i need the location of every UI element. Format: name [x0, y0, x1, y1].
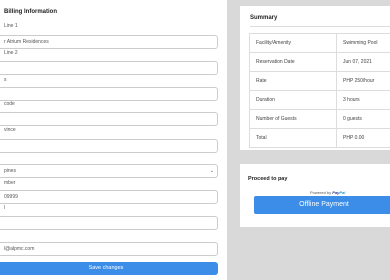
guests-value: 0 guests	[336, 109, 390, 129]
save-changes-button[interactable]: Save changes	[0, 262, 218, 275]
field-b-label: l	[4, 205, 6, 211]
chevron-down-icon: ⌄	[209, 168, 214, 174]
country-select[interactable]: pines ⌄	[0, 164, 218, 178]
field-a-input[interactable]	[0, 87, 218, 101]
paypal-logo-pal: Pal	[339, 190, 346, 195]
address-line2-input[interactable]	[0, 61, 218, 75]
rate-value: PHP 250/hour	[336, 71, 390, 91]
phone-input[interactable]: 09999	[0, 190, 218, 204]
summary-divider	[250, 26, 390, 27]
phone-label: mber	[4, 180, 16, 186]
total-value: PHP 0.00	[336, 128, 390, 148]
proceed-to-pay-title: Proceed to pay	[248, 176, 288, 182]
email-input[interactable]: l@alpmc.com	[0, 242, 218, 256]
zip-code-label: code	[4, 101, 15, 107]
address-line1-label: Line 1	[4, 23, 18, 29]
table-row: Number of Guests 0 guests	[249, 109, 390, 129]
facility-value: Swimming Pool	[336, 33, 390, 53]
field-b-input[interactable]	[0, 216, 218, 230]
province-input[interactable]	[0, 139, 218, 153]
duration-label: Duration	[249, 90, 337, 110]
duration-value: 3 hours	[336, 90, 390, 110]
billing-card: Billing Information Line 1 r Atrium Resi…	[0, 0, 227, 280]
offline-payment-button[interactable]: Offline Payment	[254, 196, 390, 214]
address-line2-label: Line 2	[4, 50, 18, 56]
table-row: Total PHP 0.00	[249, 128, 390, 148]
table-row: Rate PHP 250/hour	[249, 71, 390, 91]
reservation-date-value: Jun 07, 2021	[336, 52, 390, 72]
province-label: vince	[4, 127, 16, 133]
country-select-value: pines	[4, 168, 16, 174]
table-row: Duration 3 hours	[249, 90, 390, 110]
guests-label: Number of Guests	[249, 109, 337, 129]
total-label: Total	[249, 128, 337, 148]
facility-label: Facility/Amenity	[249, 33, 337, 53]
paypal-powered-by: Powered by PayPal	[310, 190, 345, 195]
table-row: Reservation Date Jun 07, 2021	[249, 52, 390, 72]
rate-label: Rate	[249, 71, 337, 91]
payment-card: Proceed to pay Powered by PayPal Offline…	[240, 164, 390, 227]
table-row: Facility/Amenity Swimming Pool	[249, 33, 390, 53]
address-line1-input[interactable]: r Atrium Residences	[0, 35, 218, 49]
reservation-date-label: Reservation Date	[249, 52, 337, 72]
field-a-label: s	[4, 77, 7, 83]
summary-title: Summary	[250, 15, 278, 21]
summary-table: Facility/Amenity Swimming Pool Reservati…	[249, 33, 390, 148]
zip-code-input[interactable]	[0, 112, 218, 126]
summary-card: Summary Facility/Amenity Swimming Pool R…	[240, 6, 390, 150]
powered-by-text: Powered by	[310, 190, 332, 195]
billing-title: Billing Information	[4, 9, 57, 15]
